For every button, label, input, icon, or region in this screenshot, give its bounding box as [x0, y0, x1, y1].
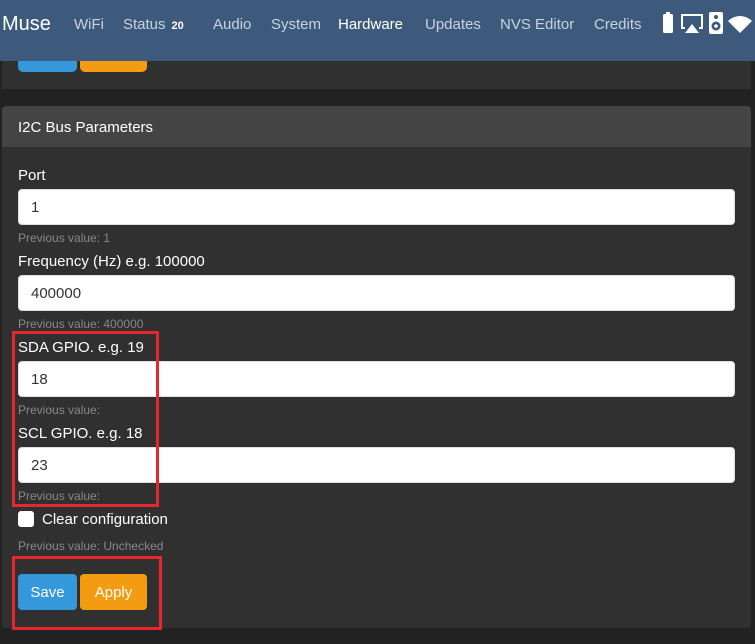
scl-gpio-label: SCL GPIO. e.g. 18: [18, 425, 143, 442]
speaker-icon: [709, 12, 723, 34]
nav-credits[interactable]: Credits: [594, 16, 642, 33]
scl-gpio-input[interactable]: [18, 447, 735, 483]
status-badge: 20: [171, 20, 184, 32]
nav-updates[interactable]: Updates: [425, 16, 481, 33]
clear-configuration-checkbox[interactable]: [18, 511, 34, 527]
sda-gpio-previous-value: Previous value:: [18, 403, 101, 417]
nav-wifi[interactable]: WiFi: [74, 16, 104, 33]
nav-nvs-editor[interactable]: NVS Editor: [500, 16, 574, 33]
previous-save-button[interactable]: [18, 61, 77, 72]
card-header: I2C Bus Parameters: [2, 106, 751, 147]
frequency-previous-value: Previous value: 400000: [18, 317, 144, 331]
frequency-input[interactable]: [18, 275, 735, 311]
apply-button[interactable]: Apply: [80, 574, 147, 610]
navbar: Muse WiFi Status 20 Audio System Hardware…: [0, 0, 755, 61]
airplay-icon: [681, 14, 703, 33]
brand-logo[interactable]: Muse: [2, 13, 51, 36]
nav-status-label: Status: [123, 16, 166, 33]
port-previous-value: Previous value: 1: [18, 231, 111, 245]
nav-system[interactable]: System: [271, 16, 321, 33]
clear-configuration-label[interactable]: Clear configuration: [42, 511, 168, 528]
battery-icon: [663, 12, 673, 33]
checkbox-previous-value: Previous value: Unchecked: [18, 539, 164, 553]
frequency-label: Frequency (Hz) e.g. 100000: [18, 253, 205, 270]
nav-status[interactable]: Status 20: [123, 16, 184, 33]
port-input[interactable]: [18, 189, 735, 225]
nav-hardware[interactable]: Hardware: [338, 16, 403, 33]
sda-gpio-input[interactable]: [18, 361, 735, 397]
previous-apply-button[interactable]: [80, 61, 147, 72]
sda-gpio-label: SDA GPIO. e.g. 19: [18, 339, 144, 356]
scl-gpio-previous-value: Previous value:: [18, 489, 101, 503]
save-button[interactable]: Save: [18, 574, 77, 610]
nav-audio[interactable]: Audio: [213, 16, 251, 33]
port-label: Port: [18, 167, 46, 184]
wifi-icon: [728, 16, 752, 33]
